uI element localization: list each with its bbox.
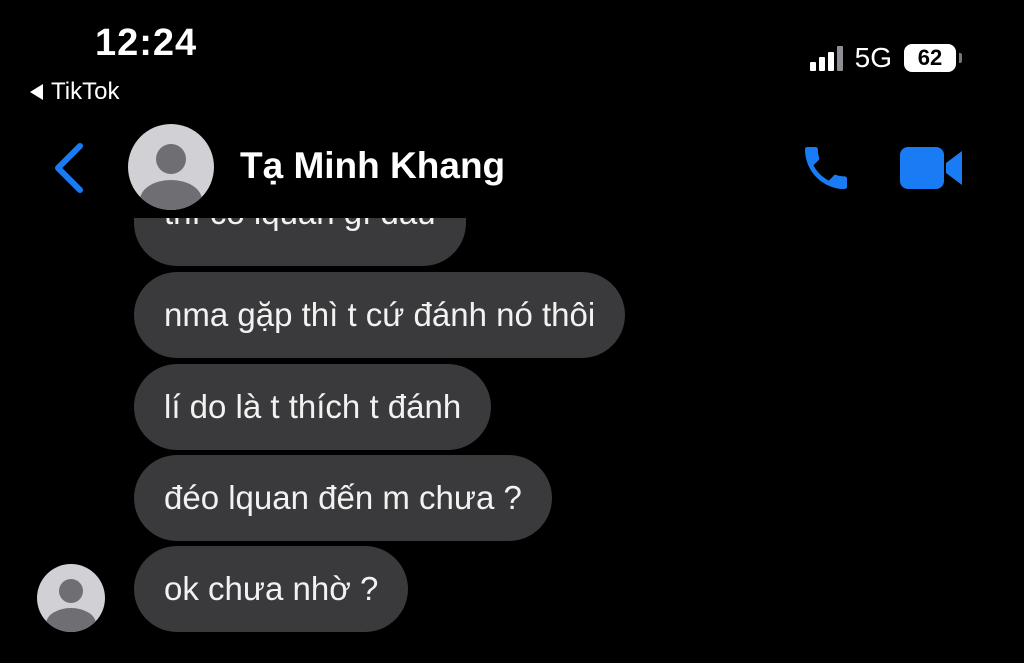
message-text: lí do là t thích t đánh: [164, 388, 462, 425]
status-indicators: 5G 62: [809, 42, 962, 74]
message-bubble[interactable]: ok chưa nhờ ?: [134, 546, 409, 632]
message-text: thì có lquan gì đâu: [164, 218, 436, 231]
contact-avatar[interactable]: [128, 124, 214, 210]
avatar-placeholder-icon: [156, 144, 186, 174]
back-triangle-icon: [30, 84, 43, 100]
contact-name[interactable]: Tạ Minh Khang: [240, 145, 505, 187]
message-bubble[interactable]: thì có lquan gì đâu: [134, 218, 466, 266]
message-bubble[interactable]: lí do là t thích t đánh: [134, 364, 492, 450]
message-text: ok chưa nhờ ?: [164, 570, 379, 607]
network-type: 5G: [854, 42, 892, 73]
video-camera-icon[interactable]: [898, 143, 966, 193]
back-chevron-icon[interactable]: [50, 140, 90, 196]
back-to-app-link[interactable]: TikTok: [30, 78, 119, 106]
message-text: đéo lquan đến m chưa ?: [164, 479, 522, 516]
sender-avatar[interactable]: [37, 564, 105, 632]
message-bubble[interactable]: đéo lquan đến m chưa ?: [134, 455, 552, 541]
status-time: 12:24: [95, 22, 198, 64]
header-edge: [0, 214, 1024, 218]
signal-icon: [809, 45, 843, 71]
message-bubble[interactable]: nma gặp thì t cứ đánh nó thôi: [134, 272, 626, 358]
back-app-label: TikTok: [51, 78, 120, 105]
message-list[interactable]: thì có lquan gì đâu nma gặp thì t cứ đán…: [0, 218, 1024, 663]
battery-icon: 62: [904, 44, 962, 72]
battery-level: 62: [917, 45, 943, 70]
avatar-placeholder-icon: [59, 579, 83, 603]
chat-screen: 12:24 TikTok 5G 62 thì có lquan gì đâu n…: [0, 0, 1024, 663]
message-text: nma gặp thì t cứ đánh nó thôi: [164, 296, 596, 333]
phone-icon[interactable]: [798, 140, 854, 196]
